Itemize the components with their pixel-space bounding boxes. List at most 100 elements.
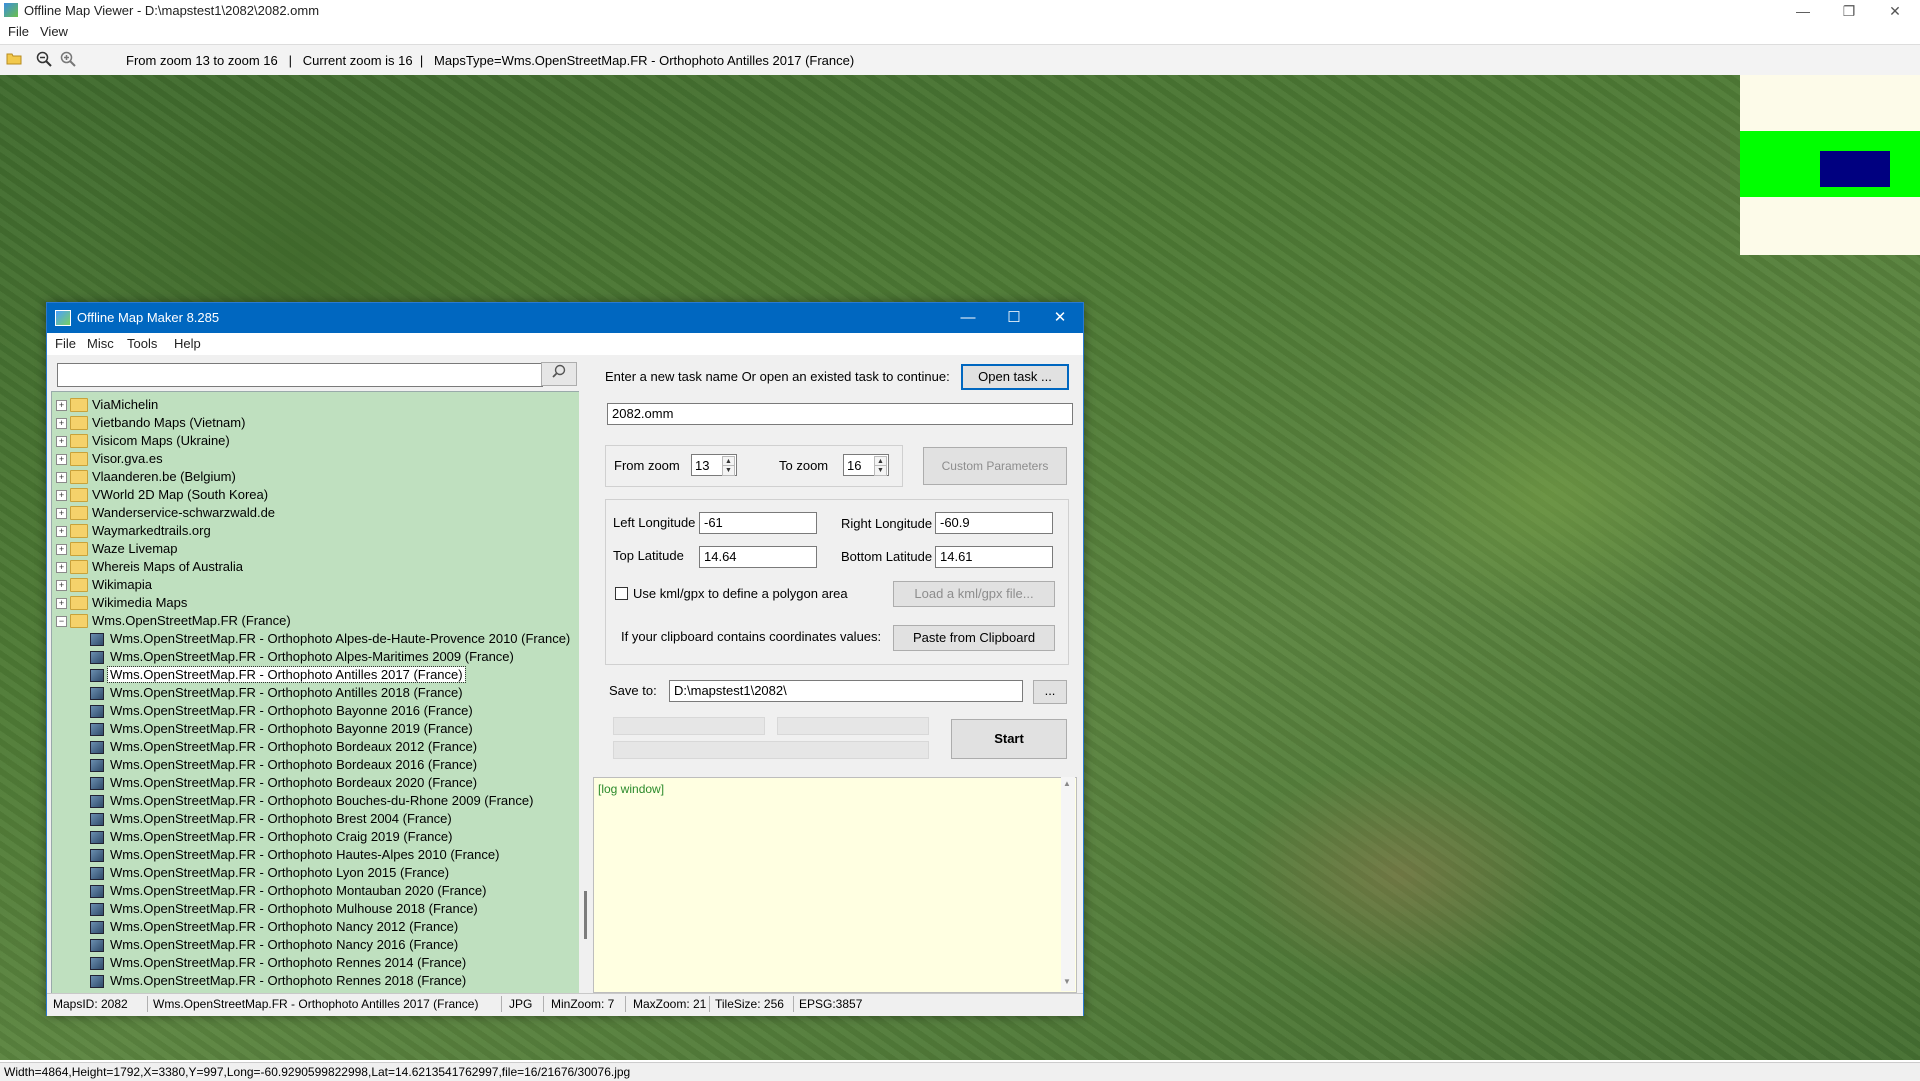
tree-map-item[interactable]: Wms.OpenStreetMap.FR - Orthophoto Nancy … [52, 918, 572, 936]
kml-polygon-checkbox[interactable] [615, 587, 628, 600]
tree-folder-item[interactable]: + Wikimapia [52, 576, 572, 594]
log-window[interactable]: [log window] [593, 777, 1077, 993]
tree-folder-item[interactable]: + Waymarkedtrails.org [52, 522, 572, 540]
tree-map-item[interactable]: Wms.OpenStreetMap.FR - Orthophoto Antill… [52, 684, 572, 702]
paste-clipboard-button[interactable]: Paste from Clipboard [893, 625, 1055, 651]
overview-map[interactable] [1740, 75, 1920, 255]
folder-icon [70, 434, 88, 448]
tree-map-item[interactable]: Wms.OpenStreetMap.FR - Orthophoto Craig … [52, 828, 572, 846]
overview-viewport-box[interactable] [1820, 151, 1890, 187]
expand-icon[interactable]: + [56, 418, 67, 429]
tree-map-item[interactable]: Wms.OpenStreetMap.FR - Orthophoto Mulhou… [52, 900, 572, 918]
expand-icon[interactable]: + [56, 598, 67, 609]
tree-map-item[interactable]: Wms.OpenStreetMap.FR - Orthophoto Rennes… [52, 972, 572, 990]
save-path-field[interactable]: D:\mapstest1\2082\ [669, 680, 1023, 702]
tree-folder-item[interactable]: − Wms.OpenStreetMap.FR (France) [52, 612, 572, 630]
start-button[interactable]: Start [951, 719, 1067, 759]
tree-folder-item[interactable]: + Waze Livemap [52, 540, 572, 558]
restore-icon[interactable]: ❐ [1826, 0, 1872, 22]
left-longitude-field[interactable]: -61 [699, 512, 817, 534]
dialog-title-bar[interactable]: Offline Map Maker 8.285 — ☐ ✕ [47, 303, 1083, 333]
bottom-latitude-field[interactable]: 14.61 [935, 546, 1053, 568]
tree-map-item[interactable]: Wms.OpenStreetMap.FR - Orthophoto Nancy … [52, 936, 572, 954]
tree-map-item[interactable]: Wms.OpenStreetMap.FR - Orthophoto Lyon 2… [52, 864, 572, 882]
expand-icon[interactable]: + [56, 490, 67, 501]
dialog-menu-file[interactable]: File [55, 336, 76, 351]
top-latitude-field[interactable]: 14.64 [699, 546, 817, 568]
from-zoom-stepper[interactable]: 13 ▲ ▼ [691, 454, 737, 476]
map-layer-icon [90, 957, 104, 970]
tree-map-item[interactable]: Wms.OpenStreetMap.FR - Orthophoto Bordea… [52, 774, 572, 792]
close-icon[interactable]: ✕ [1872, 0, 1918, 22]
zoom-out-icon[interactable] [36, 51, 52, 67]
tree-folder-item[interactable]: + Whereis Maps of Australia [52, 558, 572, 576]
tree-folder-item[interactable]: + Wikimedia Maps [52, 594, 572, 612]
tree-map-item[interactable]: Wms.OpenStreetMap.FR - Orthophoto Hautes… [52, 846, 572, 864]
dialog-menu-help[interactable]: Help [174, 336, 201, 351]
log-scroll-up-icon[interactable]: ▲ [1063, 779, 1071, 788]
search-button[interactable] [541, 362, 577, 386]
tree-folder-item[interactable]: + Wanderservice-schwarzwald.de [52, 504, 572, 522]
right-longitude-field[interactable]: -60.9 [935, 512, 1053, 534]
menu-view[interactable]: View [40, 24, 68, 39]
expand-icon[interactable]: + [56, 544, 67, 555]
clipboard-prompt: If your clipboard contains coordinates v… [621, 629, 882, 644]
expand-icon[interactable]: + [56, 526, 67, 537]
app-title: Offline Map Viewer - D:\mapstest1\2082\2… [24, 3, 320, 18]
tree-map-item[interactable]: Wms.OpenStreetMap.FR - Orthophoto Montau… [52, 882, 572, 900]
expand-icon[interactable]: + [56, 400, 67, 411]
tree-map-item[interactable]: Wms.OpenStreetMap.FR - Orthophoto Bayonn… [52, 720, 572, 738]
map-layer-icon [90, 633, 104, 646]
dialog-menu-tools[interactable]: Tools [127, 336, 157, 351]
tree-map-item[interactable]: Wms.OpenStreetMap.FR - Orthophoto Alpes-… [52, 630, 572, 648]
open-task-button[interactable]: Open task ... [961, 364, 1069, 390]
tree-folder-item[interactable]: + Vlaanderen.be (Belgium) [52, 468, 572, 486]
tree-map-item[interactable]: Wms.OpenStreetMap.FR - Orthophoto Bayonn… [52, 702, 572, 720]
dialog-close-icon[interactable]: ✕ [1037, 303, 1083, 333]
tree-folder-item[interactable]: + ViaMichelin [52, 396, 572, 414]
log-scroll-down-icon[interactable]: ▼ [1063, 977, 1071, 986]
open-folder-icon[interactable] [6, 51, 22, 67]
tree-folder-item[interactable]: + Visicom Maps (Ukraine) [52, 432, 572, 450]
task-name-field[interactable]: 2082.omm [607, 403, 1073, 425]
expand-icon[interactable]: + [56, 508, 67, 519]
dialog-maximize-icon[interactable]: ☐ [991, 303, 1037, 333]
collapse-icon[interactable]: − [56, 616, 67, 627]
tree-scrollbar-thumb[interactable] [584, 891, 587, 939]
status-separator [625, 996, 626, 1012]
tree-map-item[interactable]: Wms.OpenStreetMap.FR - Orthophoto Bordea… [52, 756, 572, 774]
tree-map-item[interactable]: Wms.OpenStreetMap.FR - Orthophoto Antill… [52, 666, 572, 684]
status-format: JPG [509, 997, 533, 1011]
left-longitude-label: Left Longitude [613, 515, 696, 530]
expand-icon[interactable]: + [56, 436, 67, 447]
expand-icon[interactable]: + [56, 580, 67, 591]
zoom-in-icon[interactable] [60, 51, 76, 67]
from-zoom-down-icon[interactable]: ▼ [722, 465, 735, 476]
tree-item-label: Wms.OpenStreetMap.FR - Orthophoto Craig … [110, 829, 453, 844]
to-zoom-down-icon[interactable]: ▼ [874, 465, 887, 476]
expand-icon[interactable]: + [56, 562, 67, 573]
load-kml-button[interactable]: Load a kml/gpx file... [893, 581, 1055, 607]
menu-file[interactable]: File [8, 24, 29, 39]
dialog-minimize-icon[interactable]: — [945, 303, 991, 333]
tree-map-item[interactable]: Wms.OpenStreetMap.FR - Orthophoto Bouche… [52, 792, 572, 810]
tree-map-item[interactable]: Wms.OpenStreetMap.FR - Orthophoto Rennes… [52, 954, 572, 972]
map-search-input[interactable] [57, 363, 543, 387]
tree-map-item[interactable]: Wms.OpenStreetMap.FR - Orthophoto Alpes-… [52, 648, 572, 666]
custom-parameters-button[interactable]: Custom Parameters [923, 447, 1067, 485]
dialog-menu-misc[interactable]: Misc [87, 336, 114, 351]
expand-icon[interactable]: + [56, 454, 67, 465]
tree-map-item[interactable]: Wms.OpenStreetMap.FR - Orthophoto Brest … [52, 810, 572, 828]
tree-map-item[interactable]: Wms.OpenStreetMap.FR - Orthophoto Bordea… [52, 738, 572, 756]
tree-folder-item[interactable]: + Vietbando Maps (Vietnam) [52, 414, 572, 432]
tree-folder-item[interactable]: + Visor.gva.es [52, 450, 572, 468]
browse-button[interactable]: ... [1033, 680, 1067, 704]
tree-folder-item[interactable]: + VWorld 2D Map (South Korea) [52, 486, 572, 504]
to-zoom-stepper[interactable]: 16 ▲ ▼ [843, 454, 889, 476]
log-scrollbar[interactable]: ▲ ▼ [1061, 777, 1075, 991]
expand-icon[interactable]: + [56, 472, 67, 483]
minimize-icon[interactable]: — [1780, 0, 1826, 22]
maps-tree[interactable]: + ViaMichelin + Vietbando Maps (Vietnam) + Vi… [51, 391, 581, 997]
map-layer-icon [90, 867, 104, 880]
tree-item-label: Vlaanderen.be (Belgium) [92, 469, 236, 484]
